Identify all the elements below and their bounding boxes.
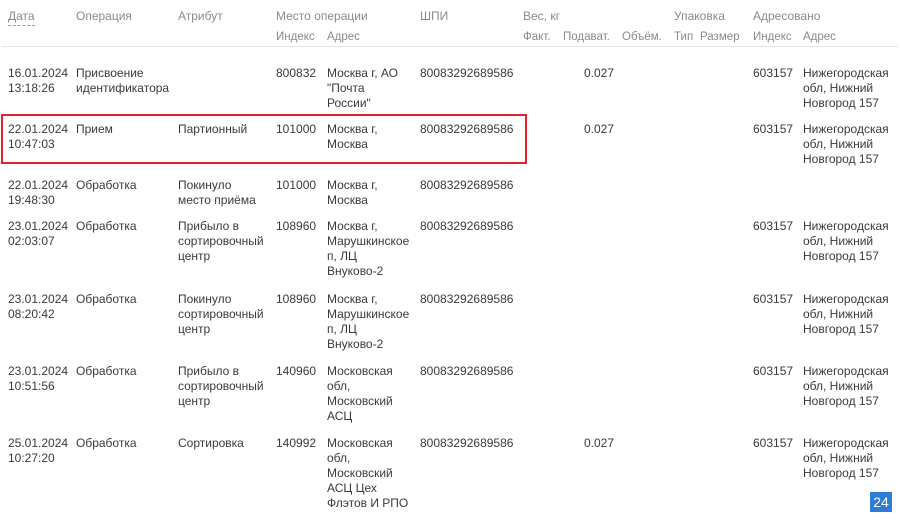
cell-index: 800832 [276,66,317,80]
cell-address: Московская обл, Московский АСЦ [327,364,393,423]
cell-attribute: Сортировка [178,436,244,450]
cell-operation: Присвоение идентификатора [76,66,170,95]
header-attribute: Атрибут [178,9,223,23]
cell-index: 101000 [276,178,317,192]
header-addressed: Адресовано [753,9,821,23]
cell-attribute: Покинуло сортировочный центр [178,292,264,336]
badge-24[interactable]: 24 [870,492,892,512]
cell-shpi: 80083292689586 [420,364,514,378]
cell-operation: Обработка [76,292,137,306]
cell-addr-address: Нижегородская обл, Нижний Новгород 157 [803,436,889,480]
cell-address: Московская обл, Московский АСЦ Цех Флэто… [327,436,409,510]
cell-operation: Обработка [76,436,137,450]
cell-addr-index: 603157 [753,292,794,306]
cell-addr-address: Нижегородская обл, Нижний Новгород 157 [803,122,889,166]
subheader-fact: Факт. [523,31,551,43]
cell-operation: Обработка [76,364,137,378]
cell-addr-index: 603157 [753,219,794,233]
header-weight: Вес, кг [523,9,560,23]
cell-index: 140992 [276,436,317,450]
cell-addr-index: 603157 [753,66,794,80]
cell-attribute: Прибыло в сортировочный центр [178,219,264,263]
cell-addr-index: 603157 [753,364,794,378]
cell-shpi: 80083292689586 [420,178,514,192]
cell-address: Москва г, Марушкинское п, ЛЦ Внуково-2 [327,219,410,278]
cell-shpi: 80083292689586 [420,219,514,233]
cell-date: 23.01.2024 08:20:42 [8,292,69,321]
cell-index: 108960 [276,219,317,233]
cell-addr-index: 603157 [753,122,794,136]
cell-weight: 0.027 [584,436,615,450]
header-packing: Упаковка [674,9,725,23]
subheader-size: Размер [700,31,740,43]
cell-attribute: Прибыло в сортировочный центр [178,364,264,408]
cell-addr-address: Нижегородская обл, Нижний Новгород 157 [803,219,889,263]
subheader-addr-address: Адрес [803,31,836,43]
subheader-address: Адрес [327,31,360,43]
cell-weight: 0.027 [584,122,615,136]
cell-index: 108960 [276,292,317,306]
cell-date: 22.01.2024 19:48:30 [8,178,69,207]
cell-addr-address: Нижегородская обл, Нижний Новгород 157 [803,66,889,110]
subheader-volume: Объём. [622,31,662,43]
subheader-type: Тип [674,31,694,43]
header-place: Место операции [276,9,368,23]
cell-weight: 0.027 [584,66,615,80]
cell-attribute: Покинуло место приёма [178,178,256,207]
subheader-submitted: Подават. [563,31,610,43]
cell-operation: Обработка [76,219,137,233]
cell-operation: Обработка [76,178,137,192]
cell-address: Москва г, Марушкинское п, ЛЦ Внуково-2 [327,292,410,351]
cell-address: Москва г, Москва [327,178,378,207]
cell-shpi: 80083292689586 [420,436,514,450]
header-divider [2,46,898,47]
cell-address: Москва г, АО "Почта России" [327,66,398,110]
subheader-index: Индекс [276,31,315,43]
highlight-box [1,114,527,164]
cell-date: 16.01.2024 13:18:26 [8,66,69,95]
cell-addr-address: Нижегородская обл, Нижний Новгород 157 [803,364,889,408]
cell-addr-index: 603157 [753,436,794,450]
cell-date: 25.01.2024 10:27:20 [8,436,69,465]
subheader-addr-index: Индекс [753,31,792,43]
cell-date: 23.01.2024 02:03:07 [8,219,69,248]
cell-shpi: 80083292689586 [420,292,514,306]
header-operation: Операция [76,9,132,23]
header-shpi: ШПИ [420,9,449,23]
cell-index: 140960 [276,364,317,378]
cell-addr-address: Нижегородская обл, Нижний Новгород 157 [803,292,889,336]
header-date[interactable]: Дата [8,9,35,26]
cell-shpi: 80083292689586 [420,66,514,80]
cell-date: 23.01.2024 10:51:56 [8,364,69,393]
